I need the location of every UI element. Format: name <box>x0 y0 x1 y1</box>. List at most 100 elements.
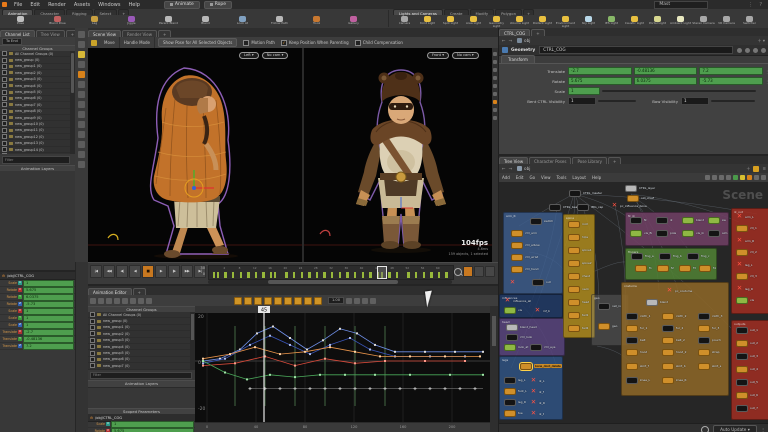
shelf-tool-geometry-light[interactable]: Geometry Light <box>485 15 508 28</box>
grid-icon[interactable] <box>726 175 731 180</box>
check-child-compensation[interactable]: Child Compensation <box>354 39 403 46</box>
network-node-pc-costume[interactable]: ✕ pc_costume <box>666 287 693 294</box>
network-node-out[interactable]: out <box>532 279 551 286</box>
network-node-fing-c[interactable]: fing_c <box>687 253 710 260</box>
shelf-tool-ies-light[interactable]: IES Light <box>600 15 623 28</box>
shelf-tool-lag[interactable]: Lag <box>76 15 113 28</box>
scale-field[interactable]: 1 <box>568 87 600 95</box>
network-node-img-cap[interactable]: IMG_cap <box>577 204 603 211</box>
network-node-node[interactable]: ✕ <box>509 279 516 286</box>
shelf-tool-camera[interactable]: Camera <box>393 15 416 28</box>
keyframe-mark[interactable] <box>285 272 288 278</box>
shelf-tool-follow-path[interactable]: Follow Path <box>261 15 298 28</box>
network-node-leg-l[interactable]: ✕ leg_L <box>736 261 753 268</box>
channel-value-field[interactable]: -5.73 <box>23 300 74 308</box>
group-checkbox[interactable] <box>2 76 7 82</box>
keyframe-mark[interactable] <box>437 272 441 278</box>
network-node-cloth-3[interactable]: cloth_3 <box>698 313 722 320</box>
channel-row[interactable]: Translate Z 7.2 <box>0 342 75 350</box>
network-node-ik-r[interactable]: ✕ ik_R <box>530 399 545 406</box>
help-icon[interactable]: ? <box>759 2 762 8</box>
network-node-out-7[interactable]: out_7 <box>736 405 758 412</box>
ae-filter-input[interactable]: Filter <box>90 372 192 379</box>
keyframe-mark[interactable] <box>388 272 391 278</box>
network-node-skirt-b[interactable]: skirt_b <box>662 363 686 370</box>
shelf-tool-blend-pose[interactable]: Blend Pose <box>39 15 76 28</box>
menu-file[interactable]: File <box>10 2 26 8</box>
net-menu-layout[interactable]: Layout <box>569 175 589 180</box>
lp-tab-channel-list[interactable]: Channel List <box>0 30 35 37</box>
network-node-f1[interactable]: f1 <box>635 265 652 272</box>
net-menu-view[interactable]: View <box>538 175 554 180</box>
key-icon[interactable] <box>78 101 85 108</box>
network-node-arm-r[interactable]: ✕ arm_R <box>736 237 754 244</box>
network-node-tail1[interactable]: tail1 <box>568 312 588 319</box>
channel-value-field[interactable]: 6.0375 <box>23 293 74 301</box>
keyframe-mark[interactable] <box>247 272 250 278</box>
keyframe-mark[interactable] <box>216 272 220 278</box>
group-checkbox[interactable] <box>2 140 7 146</box>
network-node-ik[interactable]: ik <box>656 217 672 224</box>
net-tab-add[interactable]: + <box>608 157 622 164</box>
menu-render[interactable]: Render <box>44 2 70 8</box>
group-checkbox[interactable] <box>2 83 7 89</box>
display-option-icon[interactable] <box>493 68 497 72</box>
network-node-old-chief[interactable]: old_chief <box>627 195 654 202</box>
node-path[interactable]: obj <box>524 38 530 43</box>
group-checkbox[interactable] <box>90 324 95 330</box>
rotate-z-field[interactable]: -5.73 <box>699 77 764 85</box>
group-checkbox[interactable] <box>90 318 95 324</box>
shelf-tool-parent-blend[interactable]: Parent Blend <box>150 15 187 28</box>
take-selector[interactable]: Mast <box>654 0 709 9</box>
network-box-legs[interactable]: legs bone_dont_delete leg_L ✕ ik_L foot_L ✕ ik_… <box>499 356 563 420</box>
shelf-tool-spot-light[interactable]: Spot Light <box>439 15 462 28</box>
group-checkbox[interactable] <box>90 356 95 362</box>
network-node-aim[interactable]: aim <box>708 230 727 237</box>
shelf-tool-area-light[interactable]: Area Light <box>462 15 485 28</box>
group-checkbox[interactable] <box>2 134 7 140</box>
animation-curve-graph[interactable]: 45 20 0 -20 <box>195 306 490 422</box>
ae-tab-add[interactable]: + <box>132 288 146 295</box>
group-checkbox[interactable] <box>2 153 7 154</box>
network-box-ik-out[interactable]: ik_out ✕ arm_L ctl_1 ✕ arm_R ctl_2 ✕ leg_L ctl_3 ✕… <box>731 208 768 314</box>
network-node-ctl-3[interactable]: ctl_3 <box>736 273 757 280</box>
range-start-bottom[interactable]: 0 <box>192 272 205 277</box>
transport-4[interactable]: ■ <box>142 265 154 278</box>
desktop-tab-rope[interactable]: Rope <box>203 0 233 9</box>
net-menu-tools[interactable]: Tools <box>554 175 570 180</box>
check-keep-position-when-parenting[interactable]: ✓ Keep Position When Parenting <box>280 39 349 46</box>
network-node-ctrl-master[interactable]: CTRL_master <box>569 190 602 197</box>
channel-row[interactable]: Rotate X 5.675 <box>88 427 195 432</box>
shelf-tool-blend[interactable]: Blend <box>187 15 224 28</box>
shelf-tool-ambient-light[interactable]: Ambient Light <box>669 15 692 28</box>
rotate-y-field[interactable]: 6.0375 <box>633 77 698 85</box>
view-icon[interactable] <box>78 111 85 118</box>
network-node-net-in[interactable]: net_in <box>598 303 621 310</box>
network-node-pouch[interactable]: pouch <box>698 337 721 344</box>
shelf-tool-caustic-light[interactable]: Caustic Light <box>623 15 646 28</box>
keyframe-mark[interactable] <box>292 272 296 278</box>
channel-value-field[interactable]: 1 <box>111 420 194 428</box>
ae-tab-animation-editor[interactable]: Animation Editor <box>88 288 132 295</box>
display-icon[interactable] <box>719 175 724 180</box>
lasso-icon[interactable] <box>78 121 85 128</box>
group-checkbox[interactable] <box>2 108 7 114</box>
group-checkbox[interactable] <box>2 95 7 101</box>
channel-value-field[interactable]: 1 <box>23 279 74 287</box>
scale-icon[interactable] <box>78 61 85 68</box>
channel-value-field[interactable]: 1 <box>23 314 74 322</box>
group-checkbox[interactable] <box>2 57 7 63</box>
network-node-cloth-1[interactable]: cloth_1 <box>626 313 650 320</box>
network-node-tail2[interactable]: tail2 <box>568 325 588 332</box>
network-box-fk-ik[interactable]: fk_ik fk ik blend sw vis_fk pole vis_ik aim <box>625 212 729 246</box>
network-node-out-5[interactable]: out_5 <box>736 379 758 386</box>
keyframe-mark[interactable] <box>407 272 410 278</box>
group-checkbox[interactable] <box>2 127 7 133</box>
network-node-ik-l[interactable]: ✕ ik_L <box>530 377 545 384</box>
network-box-costume[interactable]: costume ✕ pc_costume blend cloth_1 cloth_2 clo… <box>621 282 729 396</box>
display-option-icon[interactable] <box>493 92 497 96</box>
shelf-tool-stereo-camera[interactable]: Stereo Camera <box>692 15 715 28</box>
frame-step-field[interactable]: 1.00 <box>328 297 345 304</box>
group-checkbox[interactable] <box>2 63 7 69</box>
network-canvas[interactable]: Scene arm_R switch ctrl_arm ctrl_elbow ctrl_… <box>499 182 768 423</box>
